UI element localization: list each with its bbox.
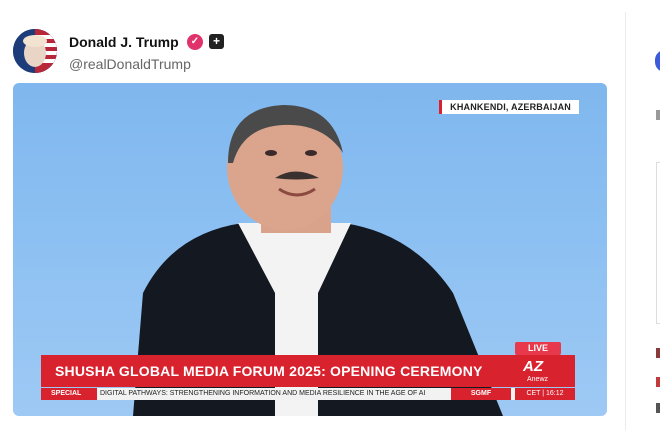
logo-subtext: Anewz xyxy=(527,376,549,383)
author-name[interactable]: Donald J. Trump xyxy=(69,34,179,50)
post-video[interactable]: KHANKENDI, AZERBAIJAN LIVE SHUSHA GLOBAL… xyxy=(13,83,607,416)
sidebar-fragment xyxy=(656,377,660,387)
plus-icon[interactable]: + xyxy=(209,34,224,49)
location-tag: KHANKENDI, AZERBAIJAN xyxy=(439,100,579,114)
sidebar-fragment xyxy=(656,403,660,413)
author-handle[interactable]: @realDonaldTrump xyxy=(69,56,191,72)
sidebar-fragment xyxy=(656,110,660,120)
sidebar-button-fragment[interactable] xyxy=(655,50,660,72)
avatar-image xyxy=(13,29,57,73)
ticker-text: DIGITAL PATHWAYS: STRENGTHENING INFORMAT… xyxy=(100,390,426,397)
ticker-clock: CET | 16:12 xyxy=(515,388,575,400)
ticker-label: SPECIAL xyxy=(41,388,97,400)
headline-bar: SHUSHA GLOBAL MEDIA FORUM 2025: OPENING … xyxy=(41,355,515,387)
ticker-tag: SGMF xyxy=(451,388,511,400)
logo-text: AZ xyxy=(523,358,543,375)
sidebar-card-fragment xyxy=(656,162,660,324)
news-ticker: SPECIAL DIGITAL PATHWAYS: STRENGTHENING … xyxy=(41,388,575,400)
avatar[interactable] xyxy=(13,29,57,73)
sidebar-fragment xyxy=(656,348,660,358)
verified-check-icon: ✓ xyxy=(187,34,203,50)
column-divider xyxy=(625,12,626,430)
channel-logo: AZ Anewz xyxy=(515,355,575,387)
live-badge: LIVE xyxy=(515,342,561,355)
